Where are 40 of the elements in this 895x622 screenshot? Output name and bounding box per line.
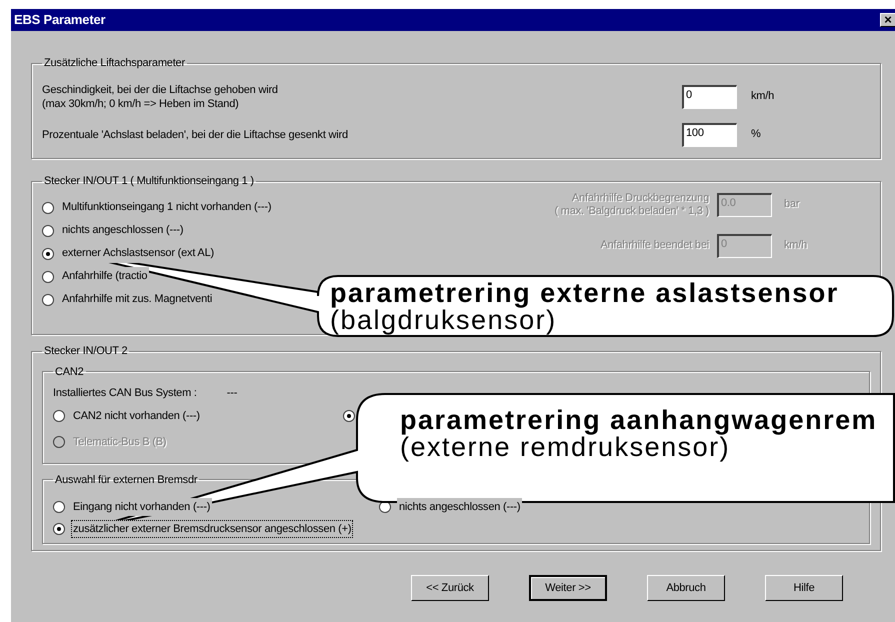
- setting-label: Prozentuale 'Achslast beladen', bei der die Liftachse gesenkt wird: [42, 128, 349, 142]
- callout-subtitle: (externe remdruksensor): [400, 434, 730, 461]
- radio-button[interactable]: [53, 410, 65, 422]
- group-label: Zusätzliche Liftachsparameter: [43, 56, 186, 71]
- radio-button[interactable]: [53, 501, 65, 513]
- input-field[interactable]: 100: [682, 122, 737, 146]
- dialog-button[interactable]: Weiter >>: [529, 575, 607, 601]
- setting-label: Anfahrhilfe beendet bei: [600, 239, 709, 252]
- setting-label: Geschindigkeit, bei der die Liftachse gehoben wird: [42, 82, 279, 96]
- input-field[interactable]: 0: [682, 84, 737, 108]
- unit-label: km/h: [751, 89, 774, 104]
- callout-title: parametrering aanhangwagenrem: [400, 407, 878, 434]
- radio-label: Eingang nicht vorhanden (---): [71, 498, 212, 516]
- unit-label: km/h: [784, 238, 808, 254]
- dialog-button[interactable]: Abbruch: [647, 575, 725, 601]
- radio-button[interactable]: [42, 224, 54, 236]
- radio-label: zusätzlicher externer Bremsdrucksensor angeschlossen (+): [71, 520, 354, 538]
- group-label: Auswahl für externen Bremsdr: [54, 472, 198, 488]
- callout-title: parametrering externe aslastsensor: [330, 280, 839, 307]
- unit-label: bar: [784, 197, 800, 212]
- radio-button[interactable]: [343, 410, 355, 422]
- dialog-button[interactable]: << Zurück: [411, 575, 489, 601]
- setting-label: Anfahrhilfe Druckbegrenzung: [572, 192, 709, 204]
- bus-value: ---: [226, 386, 238, 401]
- close-button[interactable]: ×: [880, 13, 895, 27]
- unit-label: %: [751, 127, 761, 142]
- setting-label: (max 30km/h; 0 km/h => Heben im Stand): [42, 96, 240, 110]
- callout-subtitle: (balgdruksensor): [330, 307, 558, 334]
- radio-button[interactable]: [42, 202, 54, 214]
- dialog-button[interactable]: Hilfe: [765, 575, 843, 601]
- radio-button[interactable]: [53, 523, 65, 535]
- radio-button[interactable]: [42, 270, 54, 282]
- group-label: Stecker IN/OUT 1 ( Multifunktionseingang 1 ): [43, 174, 255, 189]
- window-title: EBS Parameter: [14, 11, 106, 30]
- bus-label: Installiertes CAN Bus System :: [53, 386, 197, 401]
- radio-button[interactable]: [42, 294, 54, 306]
- setting-label: ( max. 'Balgdruck beladen' * 1,3 ): [554, 204, 709, 218]
- radio-button[interactable]: [42, 248, 54, 260]
- group-label: CAN2: [54, 364, 85, 380]
- group-label: Stecker IN/OUT 2: [43, 344, 128, 359]
